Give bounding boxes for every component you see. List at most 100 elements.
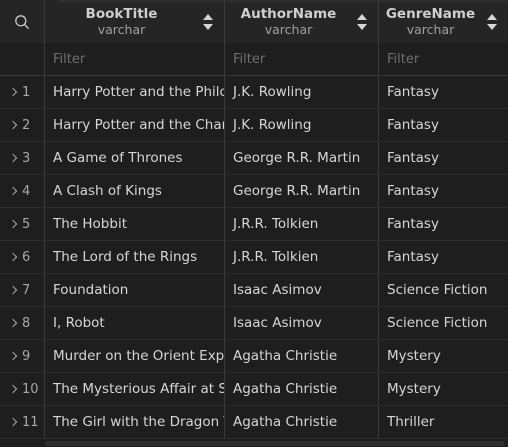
grid-body: 1 Harry Potter and the PhilosopJ.K. Rowli… — [0, 76, 508, 439]
cell-booktitle[interactable]: Foundation — [45, 274, 225, 306]
table-row[interactable]: 10 The Mysterious Affair at Sty Agatha Chr… — [0, 373, 508, 406]
chevron-right-icon[interactable] — [8, 153, 18, 163]
row-number: 1 — [22, 84, 31, 100]
chevron-right-icon[interactable] — [8, 219, 18, 229]
chevron-right-icon[interactable] — [8, 384, 18, 394]
sort-icon[interactable] — [357, 14, 368, 31]
filter-spacer — [0, 43, 45, 75]
chevron-right-icon[interactable] — [8, 285, 18, 295]
cell-booktitle[interactable]: Harry Potter and the Chambe — [45, 109, 225, 141]
data-grid: BookTitle varchar AuthorName varchar Gen… — [0, 0, 508, 447]
column-type: varchar — [264, 22, 313, 37]
filter-row: Filter Filter Filter — [0, 43, 508, 76]
row-number-cell[interactable]: 5 — [0, 208, 45, 240]
header-row: BookTitle varchar AuthorName varchar Gen… — [0, 0, 508, 43]
table-row[interactable]: 8 I, Robot Isaac Asimov Science Fiction — [0, 307, 508, 340]
chevron-right-icon[interactable] — [8, 351, 18, 361]
table-row[interactable]: 1 Harry Potter and the PhilosopJ.K. Rowli… — [0, 76, 508, 109]
row-number-cell[interactable]: 11 — [0, 406, 45, 438]
row-number: 7 — [22, 282, 31, 298]
search-button[interactable] — [0, 0, 45, 43]
cell-genrename[interactable]: Mystery — [379, 340, 508, 372]
column-title: GenreName — [385, 6, 476, 22]
cell-authorname[interactable]: J.R.R. Tolkien — [225, 208, 379, 240]
row-number-cell[interactable]: 4 — [0, 175, 45, 207]
sort-icon[interactable] — [203, 14, 214, 31]
cell-genrename[interactable]: Fantasy — [379, 241, 508, 273]
table-row[interactable]: 9 Murder on the Orient Expre Agatha Christ… — [0, 340, 508, 373]
column-type: varchar — [97, 22, 146, 37]
row-number-cell[interactable]: 10 — [0, 373, 45, 405]
column-header-booktitle[interactable]: BookTitle varchar — [45, 0, 225, 43]
cell-booktitle[interactable]: I, Robot — [45, 307, 225, 339]
column-type: varchar — [406, 22, 455, 37]
search-icon — [15, 14, 29, 29]
chevron-right-icon[interactable] — [8, 417, 18, 427]
chevron-right-icon[interactable] — [8, 120, 18, 130]
cell-genrename[interactable]: Science Fiction — [379, 274, 508, 306]
cell-authorname[interactable]: George R.R. Martin — [225, 142, 379, 174]
row-number-cell[interactable]: 6 — [0, 241, 45, 273]
row-number-cell[interactable]: 3 — [0, 142, 45, 174]
table-row[interactable]: 3 A Game of Thrones George R.R. Martin Fant… — [0, 142, 508, 175]
column-header-genrename[interactable]: GenreName varchar — [379, 0, 508, 43]
cell-genrename[interactable]: Mystery — [379, 373, 508, 405]
cell-genrename[interactable]: Fantasy — [379, 208, 508, 240]
row-number-cell[interactable]: 8 — [0, 307, 45, 339]
row-number-cell[interactable]: 1 — [0, 76, 45, 108]
cell-authorname[interactable]: George R.R. Martin — [225, 175, 379, 207]
chevron-right-icon[interactable] — [8, 186, 18, 196]
cell-booktitle[interactable]: The Lord of the Rings — [45, 241, 225, 273]
chevron-right-icon[interactable] — [8, 252, 18, 262]
row-number: 9 — [22, 348, 31, 364]
row-number-cell[interactable]: 2 — [0, 109, 45, 141]
cell-authorname[interactable]: J.K. Rowling — [225, 76, 379, 108]
table-row[interactable]: 7 Foundation Isaac Asimov Science Fiction — [0, 274, 508, 307]
cell-genrename[interactable]: Science Fiction — [379, 307, 508, 339]
row-number: 3 — [22, 150, 31, 166]
row-number: 11 — [22, 414, 39, 430]
table-row[interactable]: 11 The Girl with the Dragon Tat Agatha Chr… — [0, 406, 508, 439]
cell-authorname[interactable]: Isaac Asimov — [225, 307, 379, 339]
row-number: 6 — [22, 249, 31, 265]
table-row[interactable]: 5 The Hobbit J.R.R. Tolkien Fantasy — [0, 208, 508, 241]
cell-booktitle[interactable]: A Clash of Kings — [45, 175, 225, 207]
cell-genrename[interactable]: Fantasy — [379, 175, 508, 207]
cell-booktitle[interactable]: Murder on the Orient Expre — [45, 340, 225, 372]
cell-authorname[interactable]: Agatha Christie — [225, 406, 379, 438]
cell-authorname[interactable]: Agatha Christie — [225, 340, 379, 372]
cell-authorname[interactable]: J.R.R. Tolkien — [225, 241, 379, 273]
cell-booktitle[interactable]: Harry Potter and the Philosop — [45, 76, 225, 108]
cell-authorname[interactable]: Agatha Christie — [225, 373, 379, 405]
column-header-authorname[interactable]: AuthorName varchar — [225, 0, 379, 43]
cell-booktitle[interactable]: A Game of Thrones — [45, 142, 225, 174]
row-number: 4 — [22, 183, 31, 199]
table-row[interactable]: 4 A Clash of Kings George R.R. Martin Fanta… — [0, 175, 508, 208]
row-number: 10 — [22, 381, 39, 397]
cell-genrename[interactable]: Fantasy — [379, 76, 508, 108]
filter-input-genrename[interactable]: Filter — [379, 43, 508, 75]
row-number-cell[interactable]: 7 — [0, 274, 45, 306]
cell-genrename[interactable]: Fantasy — [379, 142, 508, 174]
row-number-cell[interactable]: 9 — [0, 340, 45, 372]
row-number: 8 — [22, 315, 31, 331]
table-row[interactable]: 2 Harry Potter and the ChambeJ.K. Rowling… — [0, 109, 508, 142]
filter-input-authorname[interactable]: Filter — [225, 43, 379, 75]
column-title: BookTitle — [85, 6, 158, 22]
filter-input-booktitle[interactable]: Filter — [45, 43, 225, 75]
row-number: 5 — [22, 216, 31, 232]
cell-genrename[interactable]: Fantasy — [379, 109, 508, 141]
row-number: 2 — [22, 117, 31, 133]
chevron-right-icon[interactable] — [8, 87, 18, 97]
cell-booktitle[interactable]: The Girl with the Dragon Tat — [45, 406, 225, 438]
column-title: AuthorName — [240, 6, 337, 22]
cell-authorname[interactable]: J.K. Rowling — [225, 109, 379, 141]
cell-genrename[interactable]: Thriller — [379, 406, 508, 438]
sort-icon[interactable] — [487, 14, 498, 31]
cell-booktitle[interactable]: The Mysterious Affair at Sty — [45, 373, 225, 405]
chevron-right-icon[interactable] — [8, 318, 18, 328]
horizontal-scrollbar-thumb[interactable] — [45, 441, 504, 446]
cell-booktitle[interactable]: The Hobbit — [45, 208, 225, 240]
cell-authorname[interactable]: Isaac Asimov — [225, 274, 379, 306]
table-row[interactable]: 6 The Lord of the Rings J.R.R. Tolkien Fant… — [0, 241, 508, 274]
